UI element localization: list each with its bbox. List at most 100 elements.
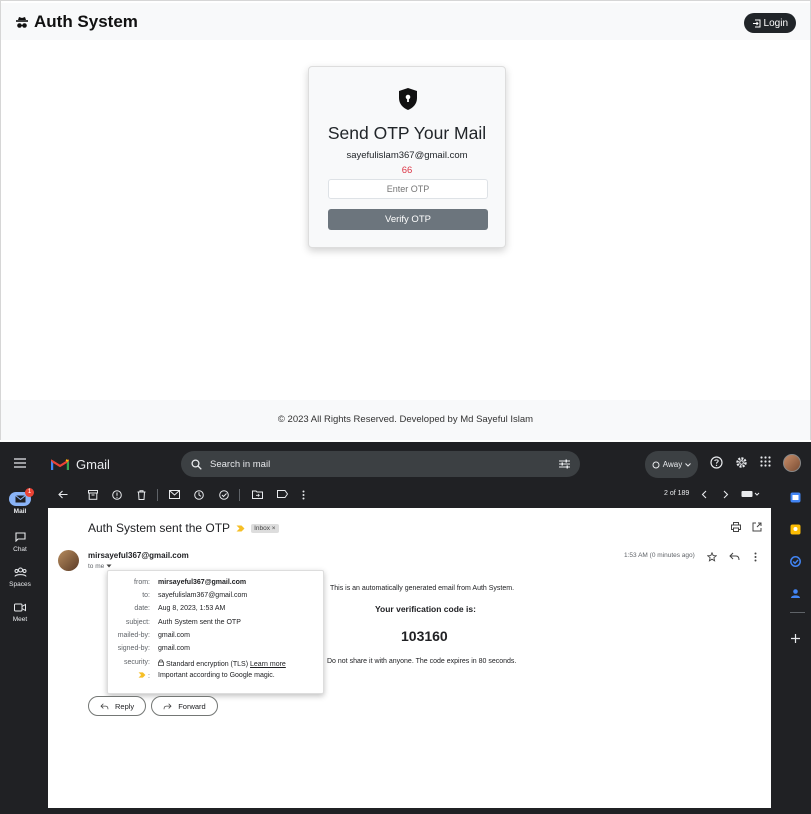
keyboard-input-icon[interactable] bbox=[741, 490, 761, 498]
login-label: Login bbox=[763, 17, 788, 29]
contacts-icon[interactable] bbox=[790, 588, 801, 599]
archive-icon[interactable] bbox=[88, 490, 98, 500]
add-task-icon[interactable] bbox=[219, 490, 229, 500]
chat-icon bbox=[14, 532, 26, 542]
spy-icon bbox=[16, 16, 28, 28]
open-in-new-window-icon[interactable] bbox=[752, 522, 762, 532]
inbox-label-chip[interactable]: Inbox × bbox=[251, 523, 279, 533]
nav-spaces-label: Spaces bbox=[9, 581, 31, 588]
more-vertical-icon[interactable] bbox=[754, 552, 757, 562]
label-tag-icon[interactable] bbox=[277, 490, 288, 498]
snooze-clock-icon[interactable] bbox=[194, 490, 204, 500]
forward-button[interactable]: Forward bbox=[151, 696, 218, 716]
important-marker-icon[interactable] bbox=[236, 525, 245, 532]
report-spam-icon[interactable] bbox=[112, 490, 122, 500]
recipient-toggle[interactable]: to me bbox=[88, 563, 112, 570]
more-vertical-icon[interactable] bbox=[302, 490, 305, 500]
account-avatar[interactable] bbox=[783, 454, 801, 472]
expiry-warning: Do not share it with anyone. The code ex… bbox=[327, 658, 517, 665]
learn-more-link[interactable]: Learn more bbox=[250, 661, 286, 668]
brand[interactable]: Auth System bbox=[15, 12, 138, 32]
status-button[interactable]: Away bbox=[645, 451, 698, 478]
nav-chat-label: Chat bbox=[13, 546, 27, 553]
chevron-right-icon[interactable] bbox=[723, 490, 729, 499]
mark-unread-icon[interactable] bbox=[169, 490, 180, 499]
nav-chat[interactable]: Chat bbox=[0, 530, 40, 553]
verification-code: 103160 bbox=[401, 628, 448, 644]
to-me-label: to me bbox=[88, 563, 105, 570]
detail-subject: subject: Auth System sent the OTP bbox=[125, 619, 241, 626]
lock-icon bbox=[158, 659, 164, 666]
nav-mail-pill: 1 bbox=[9, 488, 34, 506]
login-button[interactable]: Login bbox=[743, 13, 796, 33]
chevron-down-icon bbox=[685, 462, 692, 467]
back-arrow-icon[interactable] bbox=[58, 490, 68, 499]
search-input[interactable] bbox=[210, 458, 551, 470]
gmail-logo[interactable]: Gmail bbox=[51, 457, 110, 472]
settings-gear-icon[interactable] bbox=[735, 456, 748, 469]
subject-text: Auth System sent the OTP bbox=[88, 521, 231, 535]
gmail-window: Gmail Away 1 Mail Chat bbox=[0, 442, 811, 814]
move-to-folder-icon[interactable] bbox=[252, 490, 263, 499]
left-nav: 1 Mail Chat Spaces Meet bbox=[0, 484, 40, 814]
card-title: Send OTP Your Mail bbox=[327, 123, 487, 143]
star-icon[interactable] bbox=[707, 552, 717, 562]
keep-notes-icon[interactable] bbox=[790, 524, 801, 535]
detail-date: date: Aug 8, 2023, 1:53 AM bbox=[134, 605, 226, 612]
search-icon[interactable] bbox=[191, 458, 202, 470]
help-icon[interactable] bbox=[710, 456, 723, 469]
detail-security: security: Standard encryption (TLS) Lear… bbox=[123, 659, 286, 668]
gmail-wordmark: Gmail bbox=[76, 457, 110, 472]
calendar-icon[interactable] bbox=[790, 492, 801, 503]
mail-icon bbox=[14, 495, 26, 503]
reply-button[interactable]: Reply bbox=[88, 696, 147, 716]
reply-actions: Reply Forward bbox=[88, 696, 218, 716]
nav-mail-label: Mail bbox=[13, 508, 27, 515]
menu-icon[interactable] bbox=[14, 458, 26, 468]
message-view: Auth System sent the OTP Inbox × mirsaye… bbox=[48, 508, 771, 808]
status-label: Away bbox=[662, 460, 683, 469]
message-time: 1:53 AM (0 minutes ago) bbox=[624, 552, 695, 559]
sender-email[interactable]: mirsayeful367@gmail.com bbox=[88, 551, 189, 560]
delete-icon[interactable] bbox=[137, 490, 146, 500]
navbar: Auth System Login bbox=[1, 3, 810, 40]
code-label: Your verification code is: bbox=[375, 604, 476, 614]
nav-meet[interactable]: Meet bbox=[0, 600, 40, 623]
verify-otp-button[interactable]: Verify OTP bbox=[328, 209, 488, 230]
video-camera-icon bbox=[14, 603, 26, 611]
chevron-left-icon[interactable] bbox=[701, 490, 707, 499]
message-details-popup: from: mirsayeful367@gmail.com to: sayefuli… bbox=[107, 570, 324, 694]
print-icon[interactable] bbox=[731, 522, 741, 532]
search-bar[interactable] bbox=[181, 451, 580, 477]
detail-importance: : Important according to Google magic. bbox=[108, 672, 323, 680]
reply-icon bbox=[100, 703, 109, 709]
sender-avatar[interactable] bbox=[58, 550, 79, 571]
important-marker-icon bbox=[138, 672, 146, 678]
auth-app-window: Auth System Login Send OTP Your Mail say… bbox=[0, 0, 811, 440]
reply-icon[interactable] bbox=[729, 552, 740, 561]
otp-input[interactable] bbox=[328, 179, 488, 199]
mail-unread-badge: 1 bbox=[25, 488, 34, 497]
status-circle-icon bbox=[652, 461, 660, 468]
rail-divider bbox=[790, 612, 805, 613]
toolbar-divider bbox=[239, 489, 240, 501]
target-email: sayefulislam367@gmail.com bbox=[346, 150, 468, 161]
gmail-topbar: Gmail Away bbox=[0, 442, 811, 484]
detail-from: from: mirsayeful367@gmail.com bbox=[134, 579, 247, 586]
nav-spaces[interactable]: Spaces bbox=[0, 565, 40, 588]
add-plus-icon[interactable] bbox=[791, 634, 800, 643]
filter-options-icon[interactable] bbox=[559, 459, 570, 469]
email-intro: This is an automatically generated email… bbox=[330, 585, 515, 592]
apps-grid-icon[interactable] bbox=[760, 456, 771, 467]
spaces-icon bbox=[14, 567, 26, 577]
right-side-panel bbox=[784, 484, 811, 814]
detail-mailed-by: mailed-by: gmail.com bbox=[117, 632, 190, 639]
page-count: 2 of 189 bbox=[664, 490, 690, 497]
toolbar-divider bbox=[157, 489, 158, 501]
caret-down-icon bbox=[106, 564, 112, 568]
tasks-icon[interactable] bbox=[790, 556, 801, 567]
subject-line: Auth System sent the OTP Inbox × bbox=[88, 521, 279, 535]
nav-meet-label: Meet bbox=[12, 616, 28, 623]
footer: © 2023 All Rights Reserved. Developed by… bbox=[1, 400, 810, 440]
nav-mail[interactable]: 1 Mail bbox=[0, 488, 40, 515]
